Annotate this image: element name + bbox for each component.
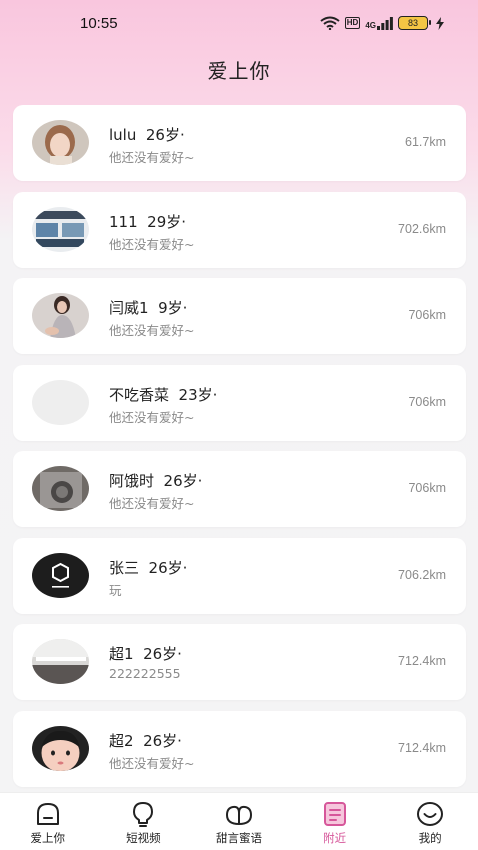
wifi-icon — [320, 16, 340, 30]
user-hobby: 222222555 — [109, 666, 181, 681]
user-hobby: 他还没有爱好~ — [109, 150, 195, 165]
user-distance: 712.4km — [398, 654, 446, 668]
status-icons: HD 4G 83 — [320, 16, 444, 30]
page-title: 爱上你 — [207, 59, 271, 83]
tab-home[interactable]: 爱上你 — [0, 793, 96, 850]
user-hobby: 他还没有爱好~ — [109, 496, 195, 511]
user-hobby: 他还没有爱好~ — [109, 236, 195, 252]
tab-label: 爱上你 — [30, 831, 66, 845]
user-card[interactable]: 阿饿时 26岁· 他还没有爱好~ 706km — [13, 451, 466, 527]
user-distance: 706km — [408, 394, 446, 409]
user-name: 张三 26岁· — [109, 558, 188, 577]
user-name: 阿饿时 26岁· — [109, 472, 203, 490]
home-icon — [36, 803, 59, 825]
user-distance: 706km — [408, 308, 446, 322]
user-distance: 712.4km — [398, 740, 446, 755]
user-card[interactable]: 超1 26岁· 222222555 712.4km — [13, 624, 466, 700]
leaf-icon — [225, 805, 252, 825]
bottom-tab-bar: 爱上你 短视频 甜言蜜语 附近 我的 — [0, 792, 478, 850]
battery-icon: 83 — [398, 16, 431, 30]
user-hobby: 他还没有爱好~ — [109, 409, 195, 425]
hd-icon: HD — [344, 17, 361, 29]
user-distance: 706.2km — [398, 567, 446, 582]
user-avatar[interactable] — [32, 639, 89, 684]
user-avatar[interactable] — [32, 120, 89, 165]
user-distance: 702.6km — [398, 221, 446, 236]
user-hobby: 他还没有爱好~ — [109, 755, 195, 771]
user-avatar[interactable] — [32, 466, 89, 511]
user-avatar[interactable] — [32, 206, 89, 252]
smile-icon — [417, 802, 444, 826]
tab-short-video[interactable]: 短视频 — [96, 793, 192, 850]
user-avatar[interactable] — [32, 552, 89, 598]
user-name: 超1 26岁· — [109, 645, 182, 663]
tab-label: 甜言蜜语 — [215, 831, 262, 845]
user-avatar[interactable] — [32, 293, 89, 338]
tab-label: 我的 — [418, 831, 442, 845]
user-hobby: 玩 — [109, 582, 122, 598]
status-time: 10:55 — [80, 14, 118, 32]
user-card[interactable]: lulu 26岁· 他还没有爱好~ 61.7km — [13, 105, 466, 181]
user-card[interactable]: 不吃香菜 23岁· 他还没有爱好~ 706km — [13, 364, 466, 441]
tab-sweet-words[interactable]: 甜言蜜语 — [191, 793, 287, 850]
user-name: 111 29岁· — [109, 212, 187, 231]
bulb-icon — [133, 802, 154, 827]
document-icon — [323, 802, 346, 826]
tab-label: 短视频 — [126, 831, 161, 845]
user-hobby: 他还没有爱好~ — [109, 323, 195, 338]
user-name: 超2 26岁· — [109, 731, 182, 750]
tab-nearby[interactable]: 附近 — [287, 793, 383, 850]
tab-label: 附近 — [323, 831, 347, 845]
charging-icon — [436, 16, 444, 30]
network-type-label: 4G — [365, 20, 376, 30]
user-card[interactable]: 111 29岁· 他还没有爱好~ 702.6km — [13, 191, 466, 268]
tab-mine[interactable]: 我的 — [382, 793, 478, 850]
user-name: lulu 26岁· — [109, 126, 185, 144]
signal-icon: 4G — [365, 16, 393, 30]
nearby-user-list: lulu 26岁· 他还没有爱好~ 61.7km 111 29岁· 他还没有爱好… — [13, 105, 466, 797]
user-avatar[interactable] — [32, 379, 89, 425]
user-card[interactable]: 超2 26岁· 他还没有爱好~ 712.4km — [13, 710, 466, 787]
user-card[interactable]: 闫威1 9岁· 他还没有爱好~ 706km — [13, 278, 466, 354]
user-avatar[interactable] — [32, 725, 89, 771]
user-distance: 706km — [408, 481, 446, 495]
status-bar: 10:55 HD 4G 83 — [0, 0, 478, 46]
user-name: 闫威1 9岁· — [109, 299, 188, 317]
user-card[interactable]: 张三 26岁· 玩 706.2km — [13, 537, 466, 614]
user-distance: 61.7km — [405, 135, 446, 149]
user-name: 不吃香菜 23岁· — [109, 385, 218, 404]
